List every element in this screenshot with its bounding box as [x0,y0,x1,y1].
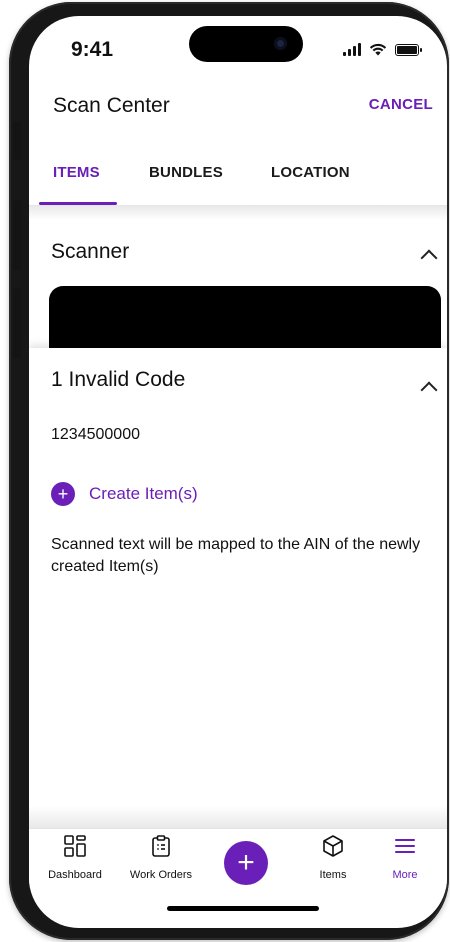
invalid-code-sheet: 1 Invalid Code 1234500000 + Create Item(… [29,348,447,818]
bottom-nav: Dashboard Work Orders + Items More [29,828,447,888]
app-screen: 9:41 Scan Center CANCEL ITEMS BUNDLES LO… [29,16,447,928]
cancel-button[interactable]: CANCEL [369,96,433,113]
tab-items[interactable]: ITEMS [53,164,100,181]
nav-work-orders[interactable]: Work Orders [119,833,203,881]
tab-bundles[interactable]: BUNDLES [149,164,223,181]
add-button[interactable]: + [224,841,268,885]
nav-shadow [29,806,447,828]
nav-items-label: Items [319,869,347,881]
helper-text: Scanned text will be mapped to the AIN o… [51,536,421,575]
plus-icon: + [237,846,255,879]
scanner-title: Scanner [51,240,130,263]
invalid-code-value: 1234500000 [51,426,140,443]
hamburger-menu-icon [392,833,418,859]
chevron-up-icon[interactable] [420,381,438,399]
phone-side-button [13,122,21,160]
page-title: Scan Center [53,94,170,117]
create-items-button[interactable]: + Create Item(s) [51,482,198,506]
dashboard-grid-icon [62,833,88,859]
wifi-icon [369,43,387,56]
plus-circle-icon: + [51,482,75,506]
nav-more-label: More [392,869,418,881]
dynamic-island [189,26,303,62]
nav-dashboard-label: Dashboard [48,869,102,881]
chevron-up-icon[interactable] [420,249,438,267]
create-items-label: Create Item(s) [89,484,198,503]
invalid-code-title: 1 Invalid Code [51,368,186,391]
status-icons [343,42,422,56]
nav-more[interactable]: More [363,833,447,881]
phone-side-button [13,288,21,358]
status-time: 9:41 [71,38,114,61]
home-indicator [167,906,319,911]
tab-location[interactable]: LOCATION [271,164,350,181]
active-tab-indicator [39,202,117,205]
nav-dashboard[interactable]: Dashboard [33,833,117,881]
battery-icon [395,44,422,56]
nav-work-orders-label: Work Orders [129,869,193,881]
status-bar: 9:41 [29,16,447,78]
camera-icon [274,37,287,50]
box-icon [320,833,346,859]
clipboard-icon [148,833,174,859]
section-divider [29,206,447,220]
tab-bar: ITEMS BUNDLES LOCATION [29,158,447,206]
cellular-signal-icon [343,43,361,56]
phone-side-button [13,200,21,270]
phone-frame: 9:41 Scan Center CANCEL ITEMS BUNDLES LO… [9,2,449,940]
